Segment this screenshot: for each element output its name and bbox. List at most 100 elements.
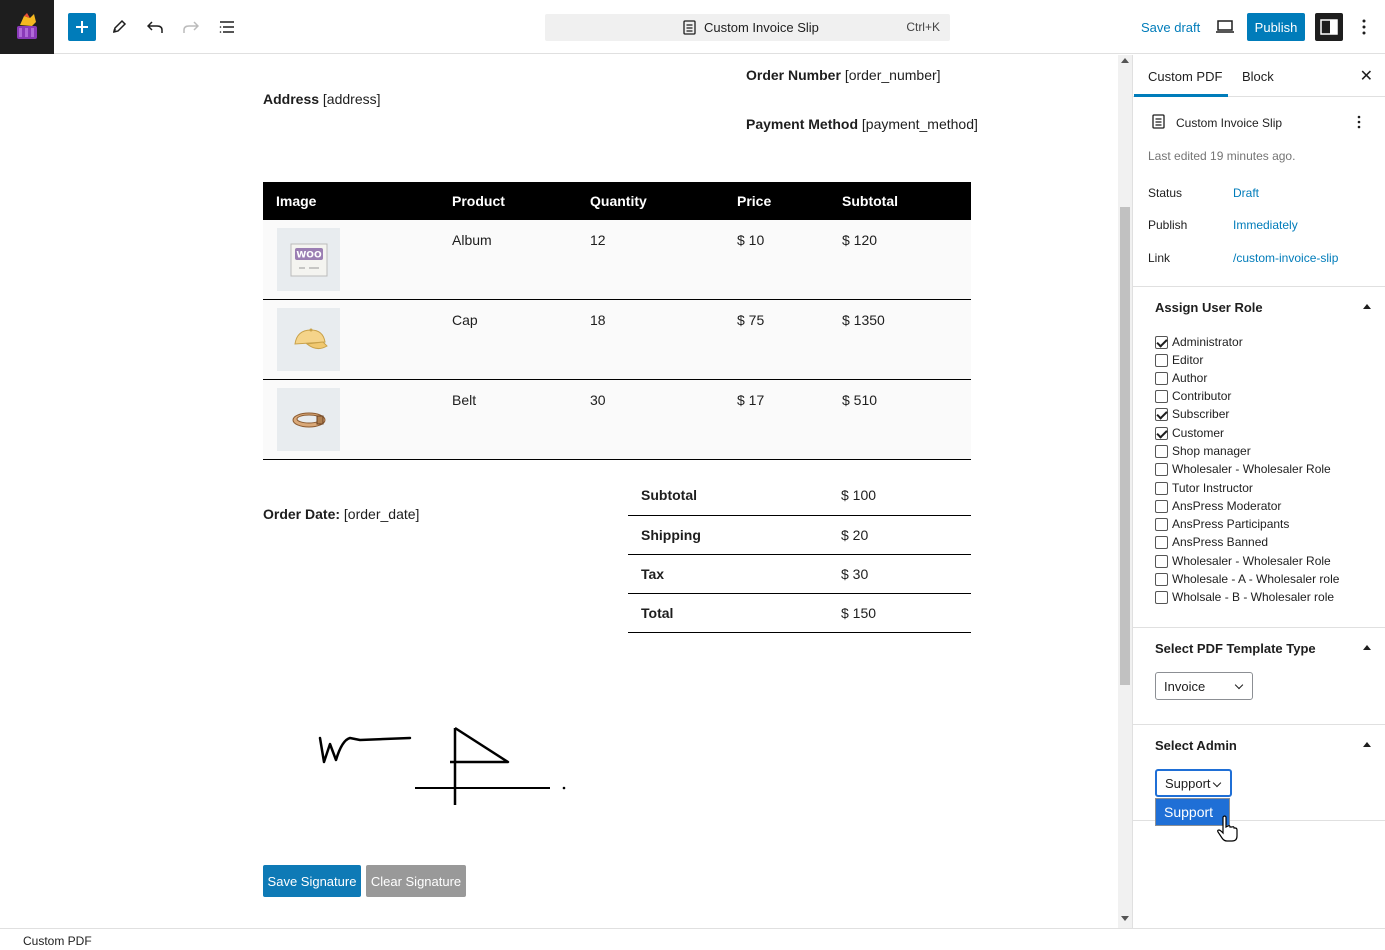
template-type-value: Invoice [1164, 678, 1206, 694]
checkbox[interactable] [1155, 499, 1168, 513]
order-date-label: Order Date: [263, 506, 341, 522]
checkbox[interactable] [1155, 426, 1168, 440]
post-actions-icon[interactable] [1357, 115, 1361, 129]
editor-canvas: Order Number [order_number] Address [add… [0, 55, 1118, 928]
payment-method-value: [payment_method] [861, 116, 978, 132]
role-checkbox-row[interactable]: Wholesale - A - Wholesaler role [1155, 572, 1339, 586]
role-checkbox-row[interactable]: Author [1155, 371, 1207, 385]
checkbox[interactable] [1155, 371, 1168, 385]
table-header-row: Image Product Quantity Price Subtotal [263, 182, 971, 220]
collapse-arrow-icon[interactable] [1363, 742, 1371, 747]
belt-product-image [277, 388, 340, 451]
column-header-image: Image [263, 182, 439, 220]
checkbox[interactable] [1155, 572, 1168, 586]
role-checkbox-row[interactable]: AnsPress Participants [1155, 517, 1289, 531]
add-block-button[interactable] [68, 13, 96, 41]
settings-sidebar-toggle[interactable] [1315, 13, 1343, 41]
command-palette-bar[interactable]: Custom Invoice Slip Ctrl+K [545, 14, 950, 41]
column-header-subtotal: Subtotal [829, 182, 971, 220]
select-admin-panel-title[interactable]: Select Admin [1155, 738, 1237, 753]
tab-block[interactable]: Block [1242, 69, 1274, 84]
role-label: Wholsale - B - Wholesaler role [1172, 590, 1335, 604]
preview-icon[interactable] [1211, 13, 1239, 41]
table-row: Cap 18 $ 75 $ 1350 [263, 299, 971, 380]
column-header-quantity: Quantity [577, 182, 724, 220]
scroll-thumb[interactable] [1120, 207, 1130, 685]
role-label: Wholesaler - Wholesaler Role [1172, 462, 1331, 476]
checkbox[interactable] [1155, 462, 1168, 476]
template-type-select[interactable]: Invoice [1155, 672, 1253, 700]
undo-icon[interactable] [141, 13, 169, 41]
hand-cursor-icon [1217, 815, 1238, 842]
chevron-down-icon [1234, 680, 1244, 690]
totals-value: $ 150 [828, 593, 971, 633]
role-label: Tutor Instructor [1172, 481, 1253, 495]
payment-method-label: Payment Method [746, 116, 859, 132]
publish-button[interactable]: Publish [1247, 13, 1305, 41]
product-name: Belt [439, 379, 577, 460]
shortcut-hint: Ctrl+K [906, 20, 940, 34]
document-overview-icon[interactable] [213, 13, 241, 41]
role-checkbox-row[interactable]: Shop manager [1155, 444, 1251, 458]
album-product-image: WOO [277, 228, 340, 291]
role-checkbox-row[interactable]: Administrator [1155, 335, 1243, 349]
role-checkbox-row[interactable]: Customer [1155, 426, 1224, 440]
edit-tool-icon[interactable] [105, 13, 133, 41]
close-icon[interactable]: ✕ [1360, 66, 1373, 86]
last-edited-text: Last edited 19 minutes ago. [1148, 149, 1296, 163]
table-row: Belt 30 $ 17 $ 510 [263, 379, 971, 460]
checkbox[interactable] [1155, 389, 1168, 403]
checkbox[interactable] [1155, 554, 1168, 568]
template-type-panel-title[interactable]: Select PDF Template Type [1155, 641, 1316, 656]
scroll-down-icon[interactable] [1121, 916, 1129, 922]
signature-pad[interactable] [300, 710, 580, 810]
product-quantity: 30 [577, 379, 724, 460]
more-options-icon[interactable] [1350, 13, 1378, 41]
role-label: Administrator [1172, 335, 1243, 349]
role-checkbox-row[interactable]: AnsPress Moderator [1155, 499, 1281, 513]
role-checkbox-row[interactable]: Subscriber [1155, 407, 1229, 421]
totals-row: Tax $ 30 [628, 554, 971, 594]
role-label: AnsPress Banned [1172, 535, 1269, 549]
select-admin-select[interactable]: Support [1155, 769, 1232, 797]
column-header-product: Product [439, 182, 577, 220]
canvas-scrollbar[interactable] [1118, 55, 1132, 928]
assign-role-panel-title[interactable]: Assign User Role [1155, 300, 1263, 315]
permalink-link[interactable]: /custom-invoice-slip [1233, 251, 1338, 265]
role-checkbox-row[interactable]: Contributor [1155, 389, 1231, 403]
collapse-arrow-icon[interactable] [1363, 645, 1371, 650]
product-subtotal: $ 1350 [829, 299, 971, 380]
role-checkbox-row[interactable]: Wholsale - B - Wholesaler role [1155, 590, 1334, 604]
publish-date-link[interactable]: Immediately [1233, 218, 1298, 232]
role-checkbox-row[interactable]: Wholesaler - Wholesaler Role [1155, 554, 1331, 568]
totals-label: Subtotal [628, 476, 828, 516]
role-checkbox-row[interactable]: Tutor Instructor [1155, 481, 1253, 495]
product-name: Album [439, 220, 577, 300]
collapse-arrow-icon[interactable] [1363, 304, 1371, 309]
checkbox[interactable] [1155, 517, 1168, 531]
svg-text:WOO: WOO [296, 250, 322, 260]
save-draft-button[interactable]: Save draft [1141, 20, 1200, 35]
save-signature-button[interactable]: Save Signature [263, 865, 361, 897]
checkbox[interactable] [1155, 444, 1168, 458]
role-label: Shop manager [1172, 444, 1251, 458]
site-logo-icon[interactable] [0, 0, 54, 54]
breadcrumb[interactable]: Custom PDF [23, 934, 92, 948]
scroll-up-icon[interactable] [1121, 57, 1129, 63]
role-checkbox-row[interactable]: AnsPress Banned [1155, 535, 1268, 549]
checkbox[interactable] [1155, 335, 1168, 349]
checkbox[interactable] [1155, 407, 1168, 421]
tab-custom-pdf[interactable]: Custom PDF [1148, 69, 1222, 84]
checkbox[interactable] [1155, 481, 1168, 495]
role-checkbox-row[interactable]: Editor [1155, 353, 1203, 367]
chevron-down-icon [1212, 778, 1222, 788]
redo-icon[interactable] [177, 13, 205, 41]
order-date-field: Order Date: [order_date] [263, 506, 419, 522]
status-value-link[interactable]: Draft [1233, 186, 1259, 200]
clear-signature-button[interactable]: Clear Signature [366, 865, 466, 897]
column-header-price: Price [724, 182, 829, 220]
checkbox[interactable] [1155, 353, 1168, 367]
role-checkbox-row[interactable]: Wholesaler - Wholesaler Role [1155, 462, 1331, 476]
checkbox[interactable] [1155, 590, 1168, 604]
checkbox[interactable] [1155, 535, 1168, 549]
